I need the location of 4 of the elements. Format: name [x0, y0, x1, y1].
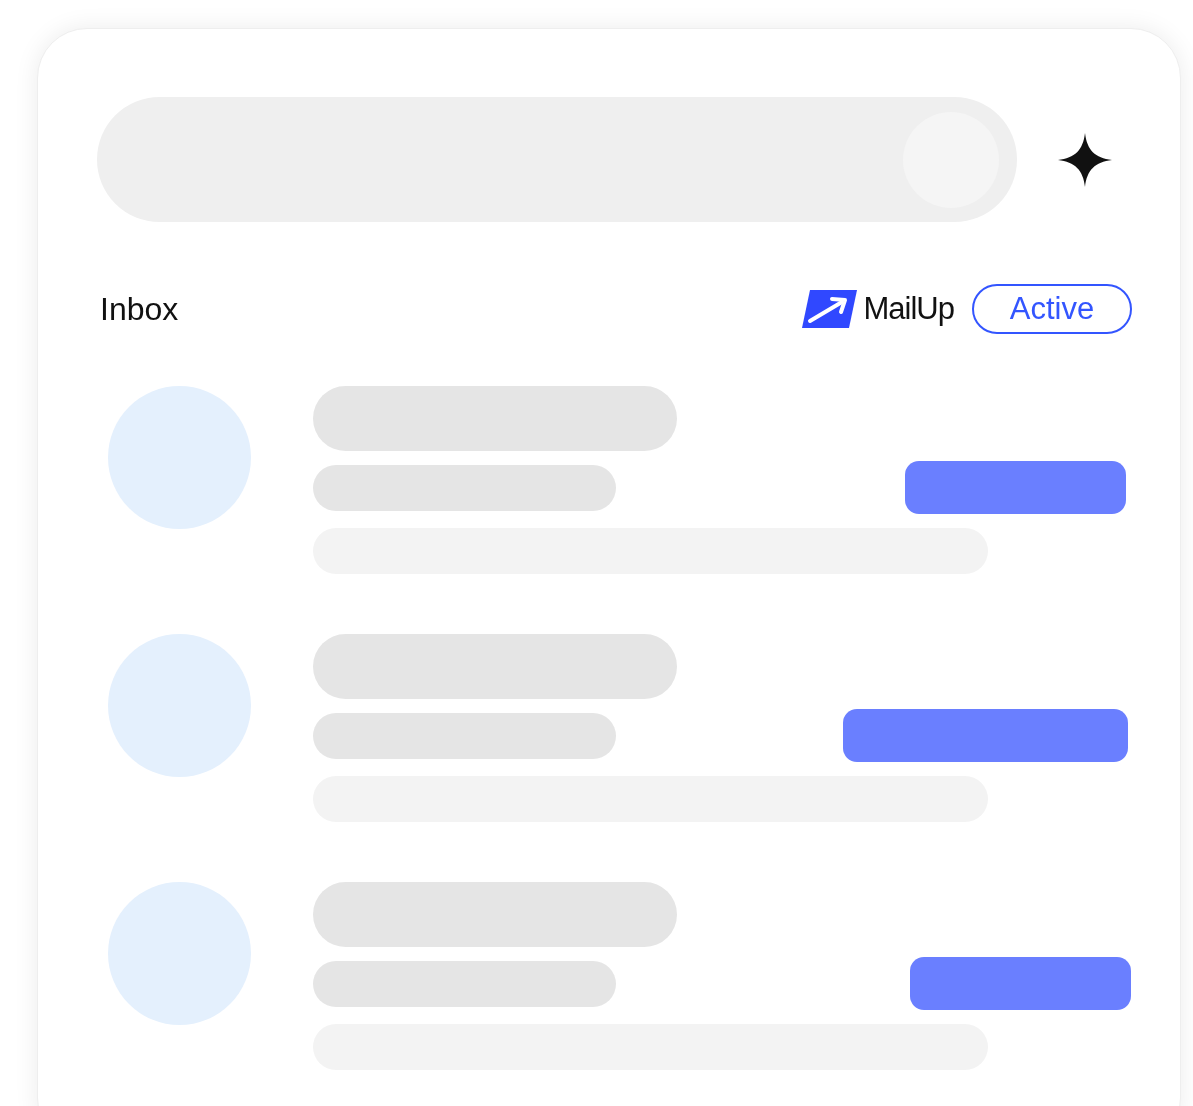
- status-badge: Active: [972, 284, 1132, 334]
- logo-icon: [801, 290, 857, 328]
- brand-name: MailUp: [863, 289, 954, 328]
- inbox-title: Inbox: [100, 290, 179, 329]
